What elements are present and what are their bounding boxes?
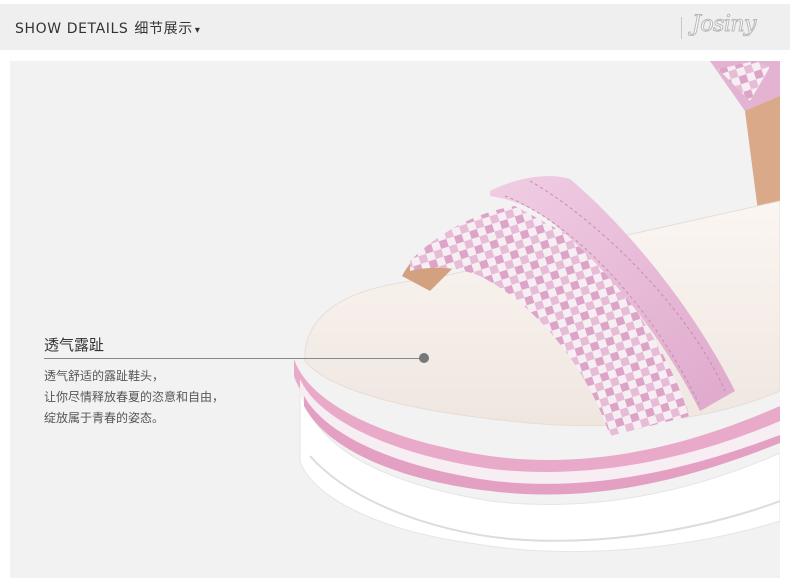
sandal-illustration bbox=[294, 61, 780, 553]
section-title: SHOW DETAILS 细节展示 ▾ bbox=[15, 18, 200, 38]
caret-down-icon: ▾ bbox=[194, 25, 201, 36]
callout-dot-icon bbox=[419, 353, 429, 363]
feature-line: 透气舒适的露趾鞋头， bbox=[44, 369, 165, 383]
feature-description: 透气舒适的露趾鞋头， 让你尽情释放春夏的恣意和自由， 绽放属于青春的姿态。 bbox=[44, 366, 224, 429]
header-bar: SHOW DETAILS 细节展示 ▾ Josiny bbox=[0, 4, 790, 50]
section-title-en: SHOW DETAILS bbox=[15, 21, 129, 37]
feature-callout: 透气露趾 透气舒适的露趾鞋头， 让你尽情释放春夏的恣意和自由， 绽放属于青春的姿… bbox=[44, 334, 429, 425]
section-title-cn: 细节展示 bbox=[134, 21, 193, 37]
brand-divider bbox=[681, 17, 682, 39]
feature-line: 绽放属于青春的姿态。 bbox=[44, 411, 165, 425]
callout-leader-line bbox=[44, 358, 420, 359]
product-photo bbox=[10, 61, 780, 578]
feature-line: 让你尽情释放春夏的恣意和自由， bbox=[44, 390, 225, 404]
feature-title: 透气露趾 bbox=[44, 336, 105, 354]
brand-logo: Josiny bbox=[692, 12, 758, 38]
